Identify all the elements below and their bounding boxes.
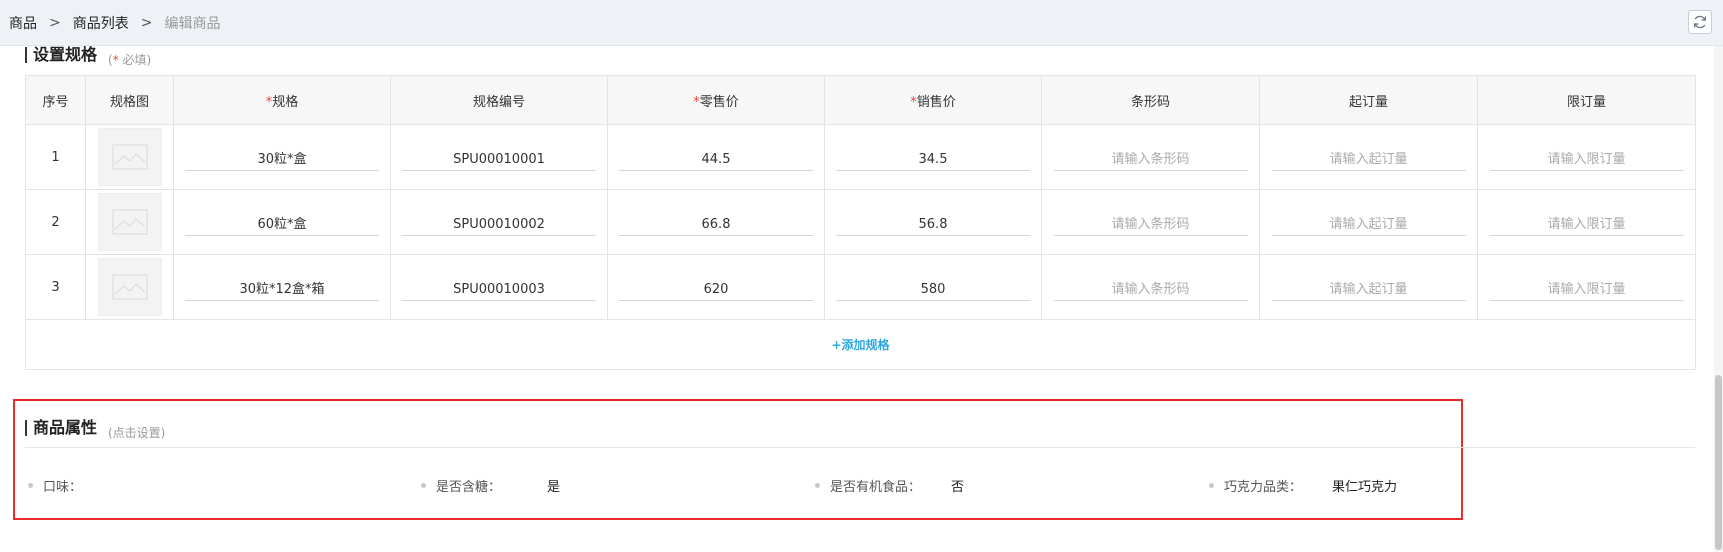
spec-code-input[interactable]: SPU00010001 [402, 149, 596, 171]
spec-input[interactable]: 30粒*盒 [185, 149, 379, 171]
attribute-item-flavor[interactable]: 口味： [28, 476, 82, 495]
column-header-max-order: 限订量 [1477, 75, 1696, 125]
bullet-icon [1209, 483, 1214, 488]
column-header-spec-image: 规格图 [85, 75, 174, 125]
attribute-highlight-box [13, 399, 1463, 520]
bullet-icon [815, 483, 820, 488]
add-spec-button[interactable]: +添加规格 [831, 338, 889, 352]
row-index: 2 [25, 189, 86, 255]
min-order-input[interactable]: 请输入起订量 [1271, 214, 1466, 236]
scrollbar-thumb[interactable] [1715, 375, 1722, 550]
row-index: 3 [25, 254, 86, 320]
attribute-item-organic[interactable]: 是否有机食品： 否 [815, 476, 964, 495]
column-header-retail-price: *零售价 [607, 75, 825, 125]
attribute-section-title: 商品属性 [25, 420, 97, 436]
table-row: 2 60粒*盒 SPU00010002 66.8 56.8 请输入条形码 请输入… [25, 189, 1696, 255]
spec-table: 序号 规格图 *规格 规格编号 *零售价 *销售价 条形码 起订量 限订量 1 … [25, 75, 1696, 370]
column-header-spec: *规格 [173, 75, 391, 125]
barcode-input[interactable]: 请输入条形码 [1053, 149, 1248, 171]
spec-code-input[interactable]: SPU00010003 [402, 279, 596, 301]
barcode-input[interactable]: 请输入条形码 [1053, 214, 1248, 236]
bullet-icon [28, 483, 33, 488]
retail-price-input[interactable]: 620 [619, 279, 813, 301]
retail-price-input[interactable]: 66.8 [619, 214, 813, 236]
column-header-spec-code: 规格编号 [390, 75, 608, 125]
image-placeholder-icon [111, 209, 148, 235]
table-row: 3 30粒*12盒*箱 SPU00010003 620 580 请输入条形码 请… [25, 254, 1696, 320]
spec-image-upload[interactable] [97, 128, 162, 186]
max-order-input[interactable]: 请输入限订量 [1489, 279, 1684, 301]
breadcrumb: 商品 > 商品列表 > 编辑商品 [9, 13, 220, 33]
column-header-barcode: 条形码 [1041, 75, 1260, 125]
table-row: 1 30粒*盒 SPU00010001 44.5 34.5 请输入条形码 请输入… [25, 124, 1696, 190]
min-order-input[interactable]: 请输入起订量 [1271, 279, 1466, 301]
breadcrumb-item-edit-goods: 编辑商品 [164, 16, 221, 32]
add-spec-row: +添加规格 [25, 319, 1696, 370]
sale-price-input[interactable]: 56.8 [836, 214, 1030, 236]
attribute-item-chocolate-type[interactable]: 巧克力品类： 果仁巧克力 [1209, 476, 1397, 495]
spec-image-upload[interactable] [97, 193, 162, 251]
image-placeholder-icon [111, 274, 148, 300]
attribute-divider [25, 447, 1695, 448]
spec-input[interactable]: 30粒*12盒*箱 [185, 279, 379, 301]
sale-price-input[interactable]: 580 [836, 279, 1030, 301]
attribute-label: 是否含糖： [436, 480, 502, 495]
attribute-value: 果仁巧克力 [1332, 480, 1398, 495]
attribute-label: 口味： [43, 480, 83, 495]
attribute-section-subtitle[interactable]: (点击设置) [108, 424, 165, 441]
spec-section-subtitle: (* 必填) [108, 53, 152, 67]
row-index: 1 [25, 124, 86, 190]
barcode-input[interactable]: 请输入条形码 [1053, 279, 1248, 301]
column-header-min-order: 起订量 [1259, 75, 1478, 125]
retail-price-input[interactable]: 44.5 [619, 149, 813, 171]
column-header-index: 序号 [25, 75, 86, 125]
refresh-icon [1693, 15, 1707, 29]
table-header-row: 序号 规格图 *规格 规格编号 *零售价 *销售价 条形码 起订量 限订量 [25, 75, 1696, 125]
image-placeholder-icon [111, 144, 148, 170]
min-order-input[interactable]: 请输入起订量 [1271, 149, 1466, 171]
refresh-button[interactable] [1688, 10, 1712, 34]
attribute-label: 巧克力品类： [1224, 480, 1303, 495]
chevron-right-icon: > [140, 15, 153, 31]
top-bar: 商品 > 商品列表 > 编辑商品 [0, 0, 1723, 46]
max-order-input[interactable]: 请输入限订量 [1489, 149, 1684, 171]
max-order-input[interactable]: 请输入限订量 [1489, 214, 1684, 236]
breadcrumb-item-goods-list[interactable]: 商品列表 [73, 13, 129, 33]
breadcrumb-item-goods[interactable]: 商品 [9, 13, 37, 33]
spec-image-upload[interactable] [97, 258, 162, 316]
attribute-item-sugar[interactable]: 是否含糖： 是 [421, 476, 560, 495]
spec-code-input[interactable]: SPU00010002 [402, 214, 596, 236]
sale-price-input[interactable]: 34.5 [836, 149, 1030, 171]
chevron-right-icon: > [49, 15, 61, 31]
attribute-value: 否 [951, 480, 965, 495]
attribute-label: 是否有机食品： [830, 480, 922, 495]
bullet-icon [421, 483, 426, 488]
attribute-value: 是 [547, 480, 561, 495]
spec-input[interactable]: 60粒*盒 [185, 214, 379, 236]
spec-section-title: 设置规格 [25, 47, 97, 63]
column-header-sale-price: *销售价 [824, 75, 1042, 125]
